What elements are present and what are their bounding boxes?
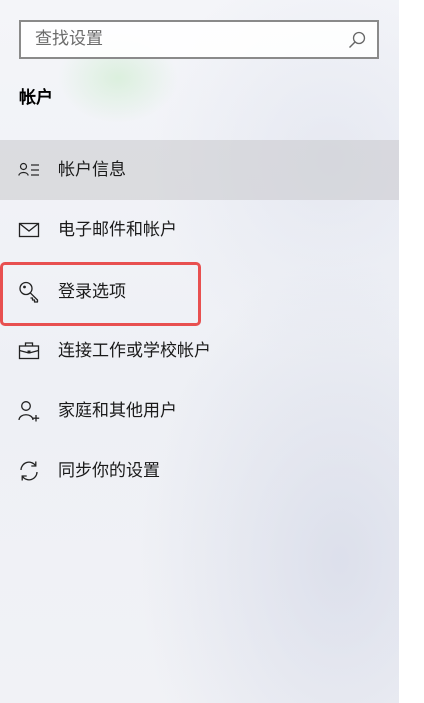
briefcase-icon <box>18 342 40 360</box>
account-info-icon <box>18 162 39 176</box>
sync-icon <box>20 461 38 481</box>
add-person-icon <box>18 401 40 422</box>
sidebar-item-account-info[interactable]: 帐户信息 <box>0 140 399 200</box>
sidebar-item-sync-settings[interactable]: 同步你的设置 <box>0 441 399 501</box>
key-icon <box>19 281 39 303</box>
sidebar-item-label: 家庭和其他用户 <box>58 401 177 421</box>
sidebar-item-family-users[interactable]: 家庭和其他用户 <box>0 381 399 441</box>
search-icon[interactable] <box>347 30 367 50</box>
sidebar-item-label: 连接工作或学校帐户 <box>58 341 211 361</box>
search-input[interactable]: 查找设置 <box>19 20 379 59</box>
sidebar-item-label: 同步你的设置 <box>58 461 160 481</box>
sidebar-item-email-accounts[interactable]: 电子邮件和帐户 <box>0 200 399 260</box>
sidebar-item-sign-in-options[interactable]: 登录选项 <box>0 262 399 322</box>
sidebar-item-label: 登录选项 <box>58 282 126 302</box>
sidebar-item-label: 电子邮件和帐户 <box>58 220 177 240</box>
mail-icon <box>18 222 40 238</box>
search-placeholder: 查找设置 <box>35 29 103 49</box>
settings-sidebar: 查找设置 帐户 帐户信息 电子邮件和帐户 登录选项 连接工作或学校帐户 家庭和其… <box>0 0 399 703</box>
sidebar-item-label: 帐户信息 <box>58 160 126 180</box>
sidebar-item-work-school[interactable]: 连接工作或学校帐户 <box>0 321 399 381</box>
page-title: 帐户 <box>19 88 53 108</box>
settings-window: 查找设置 帐户 帐户信息 电子邮件和帐户 登录选项 连接工作或学校帐户 家庭和其… <box>0 0 424 703</box>
content-area-edge <box>399 0 424 703</box>
